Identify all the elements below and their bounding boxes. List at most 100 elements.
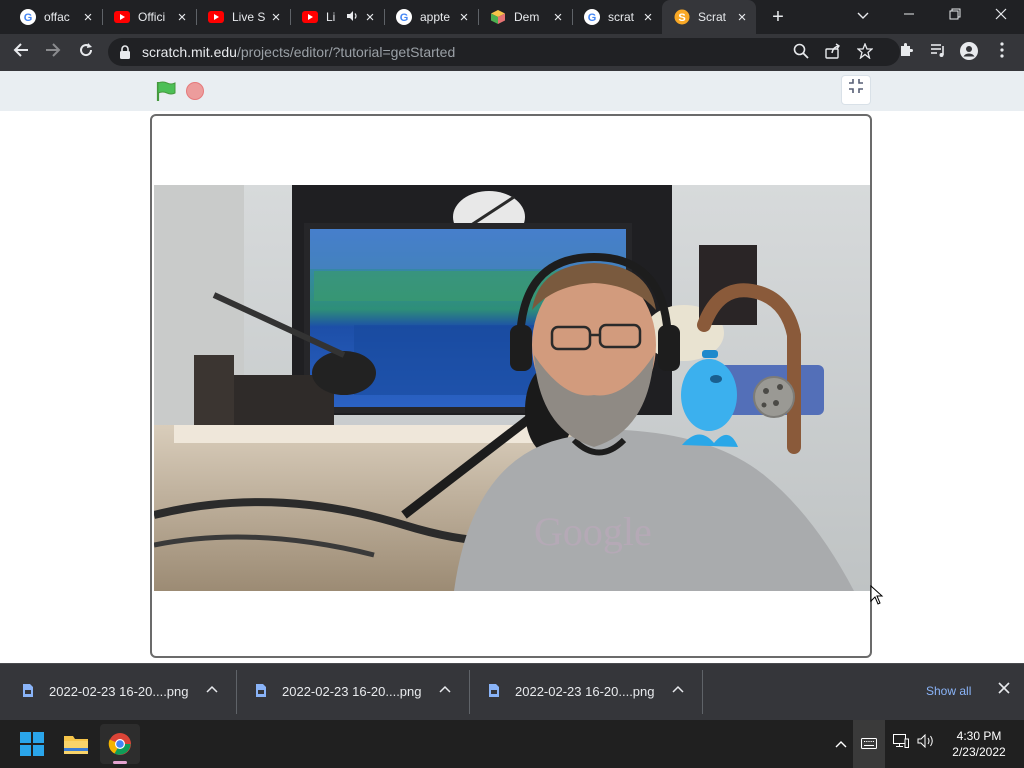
tab-search-button[interactable]: [840, 0, 886, 30]
url-host: scratch.mit.edu: [142, 44, 237, 60]
clock[interactable]: 4:30 PM 2/23/2022: [944, 728, 1014, 760]
close-download-bar-button[interactable]: [998, 681, 1010, 699]
google-icon: G: [396, 9, 412, 25]
restore-icon: [949, 8, 961, 20]
chevron-up-icon[interactable]: [206, 682, 218, 696]
tab-title: scrat: [608, 10, 635, 24]
minimize-icon: [904, 13, 914, 15]
tab-scratch-active[interactable]: S Scrat ×: [662, 0, 756, 34]
arrow-left-icon: [13, 43, 28, 57]
download-item[interactable]: 2022-02-23 16-20....png: [466, 664, 699, 720]
close-icon[interactable]: ×: [550, 9, 566, 26]
stage-header: [0, 71, 1024, 111]
close-icon[interactable]: ×: [640, 9, 656, 26]
download-item[interactable]: 2022-02-23 16-20....png: [233, 664, 466, 720]
url-text[interactable]: scratch.mit.edu/projects/editor/?tutoria…: [142, 38, 455, 66]
share-icon[interactable]: [824, 43, 842, 61]
webcam-video: Google: [154, 185, 870, 591]
close-icon: [995, 8, 1007, 20]
volume-button[interactable]: [914, 720, 938, 768]
close-icon[interactable]: ×: [362, 9, 378, 26]
close-icon: [998, 682, 1010, 694]
tab-title: Dem: [514, 10, 540, 24]
tab-strip: G offac × Offici × Live S × Li × G appte…: [0, 0, 1024, 34]
speaker-icon[interactable]: [346, 10, 358, 25]
file-icon: [22, 683, 34, 701]
tab-title: appte: [420, 10, 451, 24]
minimize-button[interactable]: [886, 0, 932, 30]
profile-icon[interactable]: [959, 42, 979, 62]
keyboard-button[interactable]: [853, 720, 885, 768]
stop-icon[interactable]: [186, 82, 204, 100]
svg-text:G: G: [24, 12, 33, 24]
file-icon: [488, 683, 500, 701]
reload-button[interactable]: [72, 38, 100, 66]
google-icon: G: [584, 9, 600, 25]
tab-title: Offici: [138, 10, 166, 24]
scratch-icon: S: [674, 9, 690, 25]
back-button[interactable]: [7, 38, 35, 66]
google-icon: G: [20, 9, 36, 25]
download-item[interactable]: 2022-02-23 16-20....png: [0, 664, 233, 720]
kebab-menu-icon[interactable]: [992, 42, 1012, 62]
windows-start-icon[interactable]: [12, 724, 52, 764]
close-icon[interactable]: ×: [268, 9, 284, 26]
extensions-icon[interactable]: [896, 42, 916, 62]
tab-dem[interactable]: Dem ×: [478, 0, 572, 34]
keyboard-icon: [861, 738, 877, 749]
tab-offici[interactable]: Offici ×: [102, 0, 196, 34]
close-icon[interactable]: ×: [80, 9, 96, 26]
tab-title: offac: [44, 10, 70, 24]
mouse-cursor: [870, 584, 884, 610]
volume-icon: [917, 733, 933, 749]
zoom-icon[interactable]: [792, 43, 810, 61]
exit-fullscreen-button[interactable]: [841, 75, 871, 105]
network-icon: [893, 734, 909, 748]
star-icon[interactable]: [856, 42, 874, 61]
tab-title: Scrat: [698, 10, 727, 24]
tray-overflow-button[interactable]: [830, 720, 852, 768]
reload-icon: [80, 43, 93, 57]
close-icon[interactable]: ×: [456, 9, 472, 26]
tab-appte[interactable]: G appte ×: [384, 0, 478, 34]
clock-time: 4:30 PM: [956, 729, 1002, 743]
download-bar: 2022-02-23 16-20....png 2022-02-23 16-20…: [0, 663, 1024, 720]
show-all-button[interactable]: Show all: [926, 684, 971, 698]
tab-li[interactable]: Li ×: [290, 0, 384, 34]
new-tab-button[interactable]: +: [767, 6, 789, 28]
scratch-stage[interactable]: Google: [150, 114, 872, 658]
tab-scrat[interactable]: G scrat ×: [572, 0, 662, 34]
box-icon: [490, 9, 506, 25]
file-icon: [255, 683, 267, 701]
restore-button[interactable]: [932, 0, 978, 30]
tab-live-s[interactable]: Live S ×: [196, 0, 290, 34]
youtube-icon: [114, 9, 130, 25]
svg-text:G: G: [400, 12, 409, 24]
download-filename: 2022-02-23 16-20....png: [515, 684, 655, 699]
chevron-up-icon[interactable]: [439, 682, 451, 696]
svg-text:G: G: [588, 12, 597, 24]
lock-icon[interactable]: [119, 45, 131, 64]
forward-button[interactable]: [39, 38, 67, 66]
address-bar[interactable]: scratch.mit.edu/projects/editor/?tutoria…: [108, 38, 900, 66]
tab-offac[interactable]: G offac ×: [8, 0, 102, 34]
chevron-up-icon[interactable]: [672, 682, 684, 696]
chrome-taskbar-icon[interactable]: [100, 724, 140, 764]
arrow-right-icon: [46, 43, 61, 57]
shrink-icon: [849, 79, 863, 93]
green-flag-icon[interactable]: [155, 80, 177, 102]
youtube-icon: [208, 9, 224, 25]
close-icon[interactable]: ×: [734, 9, 750, 26]
svg-text:Google: Google: [534, 509, 652, 554]
browser-toolbar: scratch.mit.edu/projects/editor/?tutoria…: [0, 34, 1024, 71]
close-icon[interactable]: ×: [174, 9, 190, 26]
active-indicator: [113, 761, 127, 764]
tab-title: Li: [326, 10, 336, 24]
chevron-up-icon: [835, 741, 847, 748]
file-explorer-icon[interactable]: [56, 724, 96, 764]
download-filename: 2022-02-23 16-20....png: [282, 684, 422, 699]
chevron-down-icon: [857, 12, 869, 19]
media-control-icon[interactable]: [928, 42, 948, 62]
close-window-button[interactable]: [978, 0, 1024, 30]
network-button[interactable]: [890, 720, 912, 768]
